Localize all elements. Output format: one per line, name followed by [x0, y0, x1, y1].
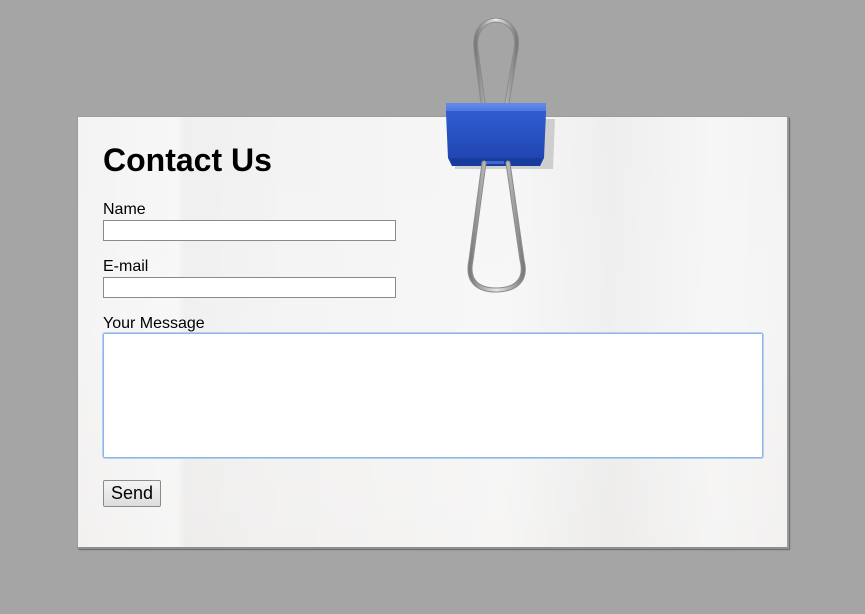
name-field[interactable] [103, 220, 396, 241]
message-label: Your Message [103, 315, 205, 332]
contact-card: Contact Us Name E-mail Your Message Send [78, 117, 789, 549]
name-label: Name [103, 201, 146, 218]
page-title: Contact Us [103, 142, 272, 178]
email-label: E-mail [103, 258, 149, 275]
send-button[interactable]: Send [103, 480, 162, 507]
page: Contact Us Name E-mail Your Message Send [0, 0, 865, 614]
message-field[interactable] [102, 332, 764, 459]
email-field[interactable] [103, 277, 396, 298]
binder-clip-icon [446, 17, 555, 293]
